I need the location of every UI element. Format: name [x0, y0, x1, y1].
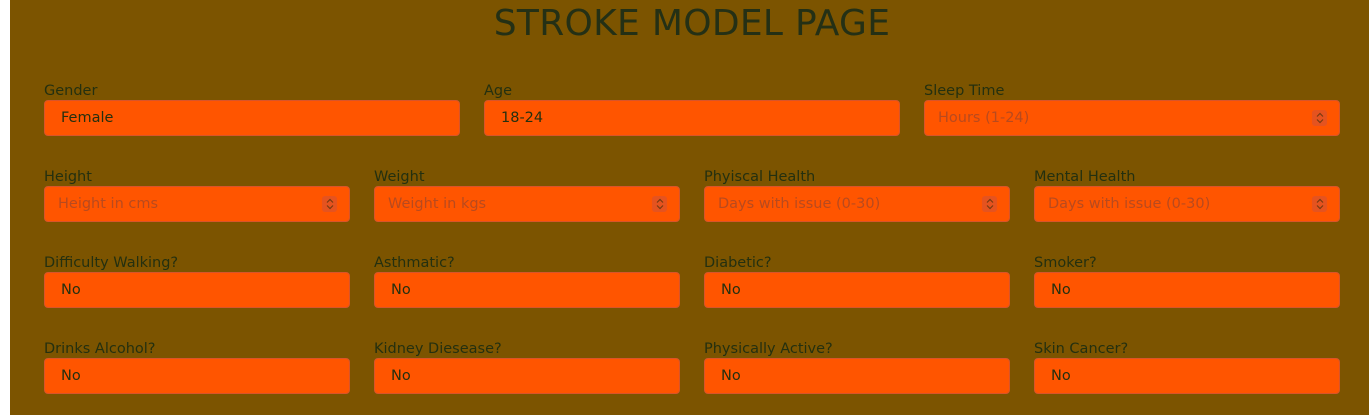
weight-input[interactable]: Weight in kgs: [374, 186, 680, 222]
mental-health-placeholder: Days with issue (0-30): [1048, 196, 1211, 212]
asthmatic-field: Asthmatic? No: [374, 253, 680, 309]
smoker-field: Smoker? No: [1034, 253, 1340, 309]
sleep-time-label: Sleep Time: [924, 83, 1005, 99]
asthmatic-select[interactable]: No: [374, 272, 680, 308]
difficulty-walking-label: Difficulty Walking?: [44, 255, 179, 271]
difficulty-walking-select[interactable]: No: [44, 272, 350, 308]
age-field: Age 18-24: [484, 81, 900, 137]
weight-field: Weight Weight in kgs: [374, 167, 680, 223]
physical-health-input[interactable]: Days with issue (0-30): [704, 186, 1010, 222]
diabetic-label: Diabetic?: [704, 255, 772, 271]
skin-cancer-select[interactable]: No: [1034, 358, 1340, 394]
weight-label: Weight: [374, 169, 425, 185]
diabetic-select[interactable]: No: [704, 272, 1010, 308]
kidney-disease-label: Kidney Diesease?: [374, 341, 502, 357]
height-label: Height: [44, 169, 92, 185]
drinks-alcohol-field: Drinks Alcohol? No: [44, 339, 350, 395]
skin-cancer-label: Skin Cancer?: [1034, 341, 1129, 357]
physical-health-field: Phyiscal Health Days with issue (0-30): [704, 167, 1010, 223]
mental-health-label: Mental Health: [1034, 169, 1136, 185]
skin-cancer-field: Skin Cancer? No: [1034, 339, 1340, 395]
difficulty-walking-field: Difficulty Walking? No: [44, 253, 350, 309]
physically-active-field: Physically Active? No: [704, 339, 1010, 395]
up-down-spinner-icon[interactable]: [1312, 110, 1327, 126]
age-label: Age: [484, 83, 513, 99]
smoker-select[interactable]: No: [1034, 272, 1340, 308]
kidney-disease-select[interactable]: No: [374, 358, 680, 394]
up-down-spinner-icon[interactable]: [982, 196, 997, 212]
up-down-spinner-icon[interactable]: [322, 196, 337, 212]
drinks-alcohol-label: Drinks Alcohol?: [44, 341, 156, 357]
asthmatic-label: Asthmatic?: [374, 255, 455, 271]
page-title: STROKE MODEL PAGE: [493, 3, 891, 44]
height-placeholder: Height in cms: [58, 196, 159, 212]
height-field: Height Height in cms: [44, 167, 350, 223]
physically-active-label: Physically Active?: [704, 341, 833, 357]
up-down-spinner-icon[interactable]: [1312, 196, 1327, 212]
physically-active-select[interactable]: No: [704, 358, 1010, 394]
smoker-label: Smoker?: [1034, 255, 1097, 271]
sleep-time-placeholder: Hours (1-24): [938, 110, 1030, 126]
weight-placeholder: Weight in kgs: [388, 196, 487, 212]
physical-health-label: Phyiscal Health: [704, 169, 816, 185]
gender-select[interactable]: Female: [44, 100, 460, 136]
gender-label: Gender: [44, 83, 98, 99]
mental-health-input[interactable]: Days with issue (0-30): [1034, 186, 1340, 222]
gender-field: Gender Female: [44, 81, 460, 137]
age-select[interactable]: 18-24: [484, 100, 900, 136]
physical-health-placeholder: Days with issue (0-30): [718, 196, 881, 212]
sleep-time-input[interactable]: Hours (1-24): [924, 100, 1340, 136]
height-input[interactable]: Height in cms: [44, 186, 350, 222]
diabetic-field: Diabetic? No: [704, 253, 1010, 309]
drinks-alcohol-select[interactable]: No: [44, 358, 350, 394]
mental-health-field: Mental Health Days with issue (0-30): [1034, 167, 1340, 223]
kidney-disease-field: Kidney Diesease? No: [374, 339, 680, 395]
form-panel: STROKE MODEL PAGE Gender Female Age 18-2…: [10, 0, 1369, 415]
sleep-time-field: Sleep Time Hours (1-24): [924, 81, 1340, 137]
up-down-spinner-icon[interactable]: [652, 196, 667, 212]
